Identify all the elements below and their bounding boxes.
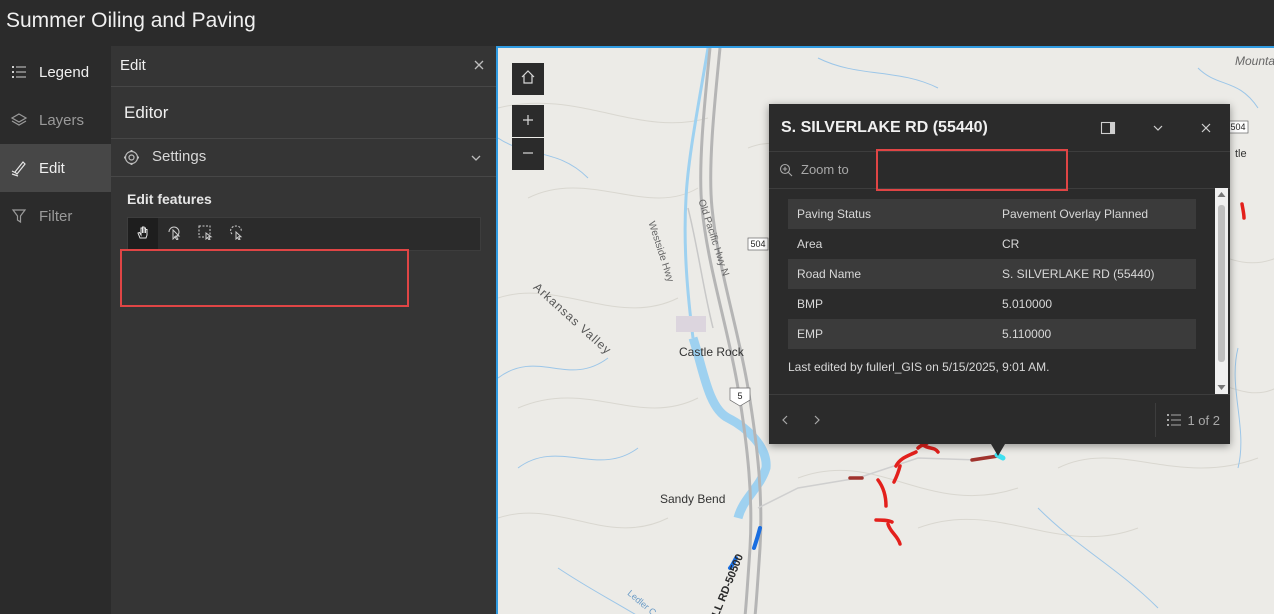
attribute-key: Area [797, 237, 823, 251]
legend-icon [10, 63, 28, 81]
place-label: tle [1235, 148, 1247, 160]
table-row: Area CR [788, 229, 1196, 259]
chevron-left-icon[interactable] [779, 413, 791, 432]
rail-item-edit[interactable]: Edit [0, 144, 111, 192]
table-row: EMP 5.110000 [788, 319, 1196, 349]
app-title: Summer Oiling and Paving [6, 9, 256, 32]
table-row: Road Name S. SILVERLAKE RD (55440) [788, 259, 1196, 289]
select-tool-icon [166, 224, 182, 245]
gear-icon [123, 149, 140, 166]
layers-icon [10, 111, 28, 129]
edit-features-heading: Edit features [127, 191, 212, 207]
table-row: Paving Status Pavement Overlay Planned [788, 199, 1196, 229]
rectangle-select-button[interactable] [190, 218, 220, 250]
place-label: Sandy Bend [660, 492, 726, 506]
rail-item-filter[interactable]: Filter [0, 192, 111, 240]
edit-toolbar [127, 217, 481, 251]
settings-label: Settings [152, 148, 207, 165]
attribute-value: 5.110000 [993, 319, 1196, 349]
zoom-out-button[interactable] [512, 138, 544, 170]
edit-icon [10, 159, 28, 177]
popup-title: S. SILVERLAKE RD (55440) [781, 119, 988, 136]
app-header: Summer Oiling and Paving [0, 0, 1274, 46]
place-label: Castle Rock [679, 345, 744, 359]
collapse-icon[interactable] [1150, 120, 1166, 136]
close-icon[interactable] [1198, 120, 1214, 136]
highlight-box [120, 249, 409, 307]
zoom-to-label: Zoom to [801, 162, 849, 177]
editor-title: Editor [124, 103, 169, 122]
feature-popup: S. SILVERLAKE RD (55440) Zoom to Paving … [769, 104, 1230, 444]
close-icon[interactable] [472, 58, 486, 72]
map-view[interactable]: 504 5 504 Castle Rock Sandy Bend Arkansa… [496, 46, 1274, 614]
attribute-value: CR [1002, 237, 1020, 251]
edit-panel: Edit Editor Settings Edit features [111, 46, 496, 614]
last-edited-info: Last edited by fullerl_GIS on 5/15/2025,… [788, 360, 1050, 374]
table-row: BMP 5.010000 [788, 289, 1196, 319]
scroll-up-icon[interactable] [1217, 191, 1226, 198]
route-shield: 504 [750, 239, 765, 249]
rectangle-select-icon [197, 224, 213, 245]
settings-expander[interactable]: Settings [111, 138, 496, 177]
rail-item-label: Filter [39, 207, 73, 225]
chevron-right-icon[interactable] [811, 413, 823, 432]
plus-icon [521, 110, 535, 133]
lasso-select-icon [228, 224, 244, 245]
footer-divider [1155, 403, 1156, 437]
filter-icon [10, 207, 28, 225]
pan-tool-button[interactable] [128, 218, 158, 250]
pagination-count: 1 of 2 [1187, 413, 1220, 428]
highlight-box [876, 149, 1068, 191]
attribute-key: EMP [788, 319, 993, 349]
rail-item-label: Edit [39, 159, 65, 177]
minus-icon [521, 143, 535, 166]
panel-heading: Edit [120, 57, 146, 74]
attribute-table: Paving Status Pavement Overlay Planned Ar… [788, 199, 1196, 349]
scroll-down-icon[interactable] [1217, 384, 1226, 391]
chevron-down-icon [470, 151, 482, 163]
route-shield: 5 [737, 391, 742, 401]
place-label: Mounta [1235, 54, 1274, 68]
select-tool-button[interactable] [159, 218, 189, 250]
attribute-value: 5.010000 [1002, 297, 1053, 311]
rail-item-legend[interactable]: Legend [0, 48, 111, 96]
attribute-key: Road Name [788, 259, 993, 289]
popup-scrollbar[interactable] [1215, 188, 1228, 395]
rail-item-label: Legend [39, 63, 90, 81]
panel-header: Edit [111, 46, 496, 87]
rail-item-layers[interactable]: Layers [0, 96, 111, 144]
attribute-key: Paving Status [788, 199, 993, 229]
lasso-select-button[interactable] [221, 218, 251, 250]
attribute-value: S. SILVERLAKE RD (55440) [993, 259, 1196, 289]
action-bar: Legend Layers Edit Filter [0, 46, 111, 614]
home-icon [520, 68, 536, 91]
attribute-value: Pavement Overlay Planned [993, 199, 1196, 229]
popup-pointer [991, 444, 1005, 456]
route-shield: 504 [1230, 122, 1245, 132]
home-button[interactable] [512, 63, 544, 95]
zoom-in-icon [779, 163, 793, 177]
pan-tool-icon [135, 224, 151, 245]
attribute-key: BMP [797, 297, 824, 311]
dock-icon[interactable] [1100, 120, 1116, 136]
rail-item-label: Layers [39, 111, 85, 129]
zoom-in-button[interactable] [512, 105, 544, 137]
scroll-thumb[interactable] [1218, 205, 1225, 362]
feature-list-icon[interactable] [1166, 412, 1182, 433]
popup-footer: 1 of 2 [769, 394, 1230, 445]
